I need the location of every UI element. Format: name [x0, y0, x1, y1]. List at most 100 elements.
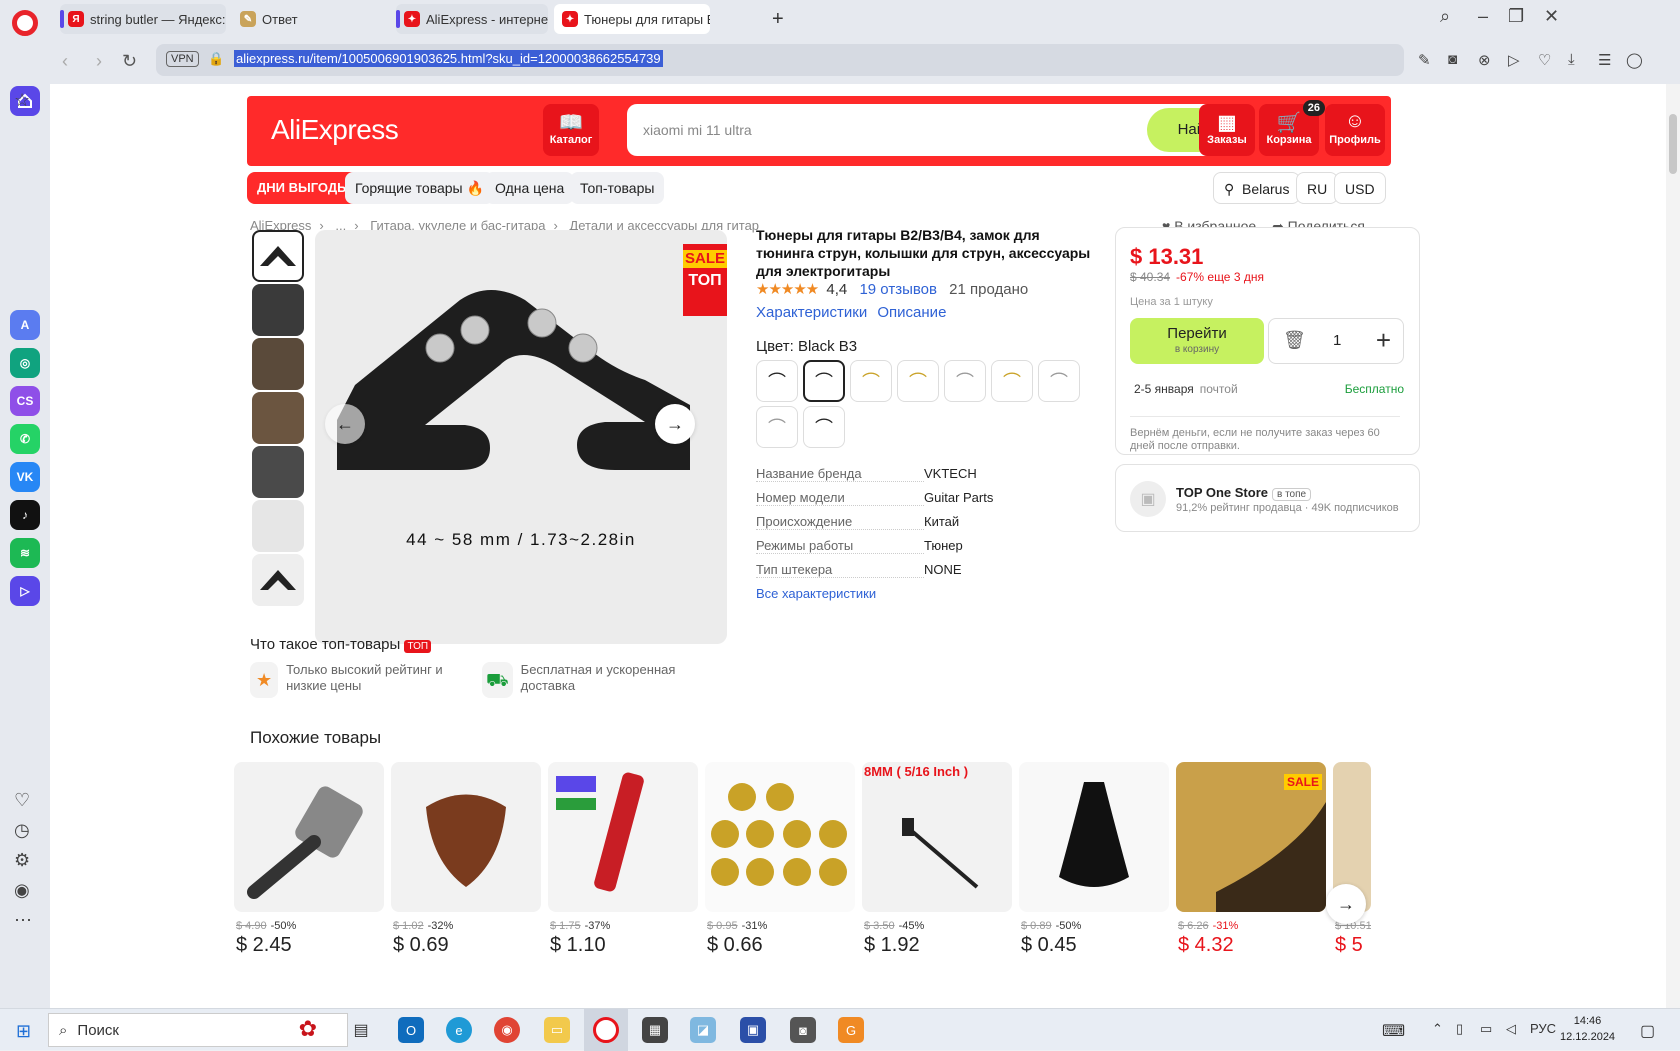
- camera-icon[interactable]: ◙: [1448, 51, 1457, 68]
- tab-description[interactable]: Описание: [877, 304, 946, 321]
- all-specs-link[interactable]: Все характеристики: [756, 586, 876, 601]
- plus-icon[interactable]: +: [1376, 325, 1391, 356]
- vk-icon[interactable]: VK: [10, 462, 40, 492]
- adblock-icon[interactable]: ⊗: [1478, 51, 1491, 69]
- cs-icon[interactable]: CS: [10, 386, 40, 416]
- history-icon[interactable]: ◷: [14, 820, 30, 841]
- tab-aliexpress-home[interactable]: ✦ AliExpress - интернет-маг: [396, 4, 548, 34]
- product-card-image[interactable]: [234, 762, 384, 912]
- product-card-image[interactable]: [548, 762, 698, 912]
- cart-button[interactable]: 🛒 Корзина 26: [1259, 100, 1325, 156]
- new-tab-plus-icon[interactable]: +: [772, 8, 784, 31]
- quantity-value[interactable]: 1: [1333, 332, 1341, 349]
- taskbar-clock[interactable]: 14:46 12.12.2024: [1560, 1013, 1615, 1045]
- whatsapp-icon[interactable]: ✆: [10, 424, 40, 454]
- profile-icon[interactable]: ◯: [1626, 51, 1643, 69]
- close-icon[interactable]: ✕: [1544, 6, 1559, 27]
- scrollbar-thumb[interactable]: [1669, 114, 1677, 174]
- one-price-link[interactable]: Одна цена: [485, 172, 575, 204]
- color-swatch[interactable]: ⌒: [756, 406, 798, 448]
- profile-button[interactable]: ☺ Профиль: [1325, 104, 1385, 156]
- player-icon[interactable]: ▷: [10, 576, 40, 606]
- page-scrollbar[interactable]: [1666, 84, 1680, 1008]
- heart-icon[interactable]: ♡: [1538, 51, 1551, 69]
- settings-gear-icon[interactable]: ⚙: [14, 850, 30, 871]
- tray-chevron-up-icon[interactable]: ⌃: [1432, 1021, 1443, 1037]
- product-card-image[interactable]: [705, 762, 855, 912]
- url-field[interactable]: VPN 🔒 aliexpress.ru/item/100500690190362…: [156, 44, 1404, 76]
- search-box[interactable]: xiaomi mi 11 ultra Найти: [627, 104, 1255, 156]
- taskbar-search[interactable]: ⌕ Поиск ✿: [48, 1013, 348, 1047]
- top-goods-link[interactable]: Топ-товары: [570, 172, 665, 204]
- tab-yandex[interactable]: Я string butler — Яндекс: на: [60, 4, 226, 34]
- task-view-icon[interactable]: ▤: [348, 1017, 374, 1043]
- restore-icon[interactable]: ❐: [1508, 6, 1524, 27]
- next-image-arrow-icon[interactable]: →: [655, 404, 695, 444]
- aliexpress-logo[interactable]: AliExpress: [271, 114, 399, 146]
- reload-icon[interactable]: ↻: [122, 51, 137, 72]
- pdf-tool-icon[interactable]: G: [838, 1017, 864, 1043]
- keyboard-language[interactable]: РУС: [1530, 1021, 1556, 1036]
- thumbnail[interactable]: [252, 284, 304, 336]
- color-swatch[interactable]: ⌒: [803, 406, 845, 448]
- volume-icon[interactable]: ◁: [1506, 1021, 1516, 1037]
- spotify-icon[interactable]: ≋: [10, 538, 40, 568]
- add-to-cart-button[interactable]: Перейти в корзину: [1130, 318, 1264, 364]
- store-name[interactable]: TOP One Store: [1176, 485, 1268, 500]
- country-selector[interactable]: ⚲ Belarus: [1213, 172, 1301, 204]
- play-icon[interactable]: ▷: [1508, 51, 1520, 69]
- calculator-icon[interactable]: ▦: [642, 1017, 668, 1043]
- thumbnail[interactable]: [252, 338, 304, 390]
- keyboard-icon[interactable]: ⌨: [1382, 1021, 1405, 1041]
- tab-search-icon[interactable]: ⌕: [1440, 6, 1450, 27]
- aria-icon[interactable]: A: [10, 310, 40, 340]
- tiktok-icon[interactable]: ♪: [10, 500, 40, 530]
- outlook-icon[interactable]: O: [398, 1017, 424, 1043]
- opera-taskbar-icon[interactable]: [593, 1017, 619, 1043]
- reviews-link[interactable]: 19 отзывов: [859, 281, 937, 298]
- thumbnail[interactable]: [252, 392, 304, 444]
- opera-logo-icon[interactable]: [12, 10, 38, 36]
- color-swatch[interactable]: ⌒: [897, 360, 939, 402]
- forward-icon[interactable]: ›: [96, 51, 102, 72]
- bookmark-star-icon[interactable]: ☆: [14, 90, 30, 111]
- color-swatch-selected[interactable]: ⌒: [803, 360, 845, 402]
- heart-icon[interactable]: ♡: [14, 790, 30, 811]
- notes-icon[interactable]: ◪: [690, 1017, 716, 1043]
- tab-product[interactable]: ✦ Тюнеры для гитары B2/B: [554, 4, 710, 34]
- edge-icon[interactable]: e: [446, 1017, 472, 1043]
- trash-icon[interactable]: 🗑: [1283, 330, 1306, 351]
- color-swatch[interactable]: ⌒: [944, 360, 986, 402]
- color-swatch[interactable]: ⌒: [1038, 360, 1080, 402]
- battery-icon[interactable]: ▯: [1456, 1021, 1463, 1037]
- orders-button[interactable]: ▦ Заказы: [1199, 104, 1255, 156]
- more-dots-icon[interactable]: ⋯: [14, 910, 32, 931]
- windows-start-icon[interactable]: ⊞: [16, 1021, 31, 1042]
- thumbnail[interactable]: [252, 446, 304, 498]
- carousel-next-arrow-icon[interactable]: →: [1326, 884, 1366, 924]
- edit-icon[interactable]: ✎: [1418, 51, 1431, 69]
- file-explorer-icon[interactable]: ▭: [544, 1017, 570, 1043]
- hot-goods-link[interactable]: Горящие товары 🔥: [345, 172, 494, 204]
- minimize-icon[interactable]: –: [1478, 6, 1488, 27]
- lock-icon[interactable]: 🔒: [208, 51, 224, 67]
- thumbnail[interactable]: [252, 500, 304, 552]
- chrome-icon[interactable]: ◉: [494, 1017, 520, 1043]
- benefit-days-link[interactable]: ДНИ ВЫГОДЫ: [247, 172, 360, 204]
- color-swatch[interactable]: ⌒: [991, 360, 1033, 402]
- color-swatch[interactable]: ⌒: [850, 360, 892, 402]
- camera-app-icon[interactable]: ◙: [790, 1017, 816, 1043]
- tab-answer[interactable]: ✎ Ответ: [232, 4, 382, 34]
- notifications-icon[interactable]: ▢: [1640, 1021, 1655, 1041]
- back-icon[interactable]: ‹: [62, 51, 68, 72]
- thumbnail[interactable]: [252, 230, 304, 282]
- main-product-image[interactable]: 44 ~ 58 mm / 1.73~2.28in SALE ТОП ← →: [315, 230, 727, 644]
- tips-bulb-icon[interactable]: ◉: [14, 880, 30, 901]
- product-card-image[interactable]: [1019, 762, 1169, 912]
- color-swatch[interactable]: ⌒: [756, 360, 798, 402]
- currency-selector[interactable]: USD: [1334, 172, 1386, 204]
- save-disk-icon[interactable]: ▣: [740, 1017, 766, 1043]
- search-input[interactable]: xiaomi mi 11 ultra: [643, 122, 752, 138]
- download-icon[interactable]: ⤓: [1568, 51, 1575, 68]
- url-text[interactable]: aliexpress.ru/item/1005006901903625.html…: [234, 50, 663, 67]
